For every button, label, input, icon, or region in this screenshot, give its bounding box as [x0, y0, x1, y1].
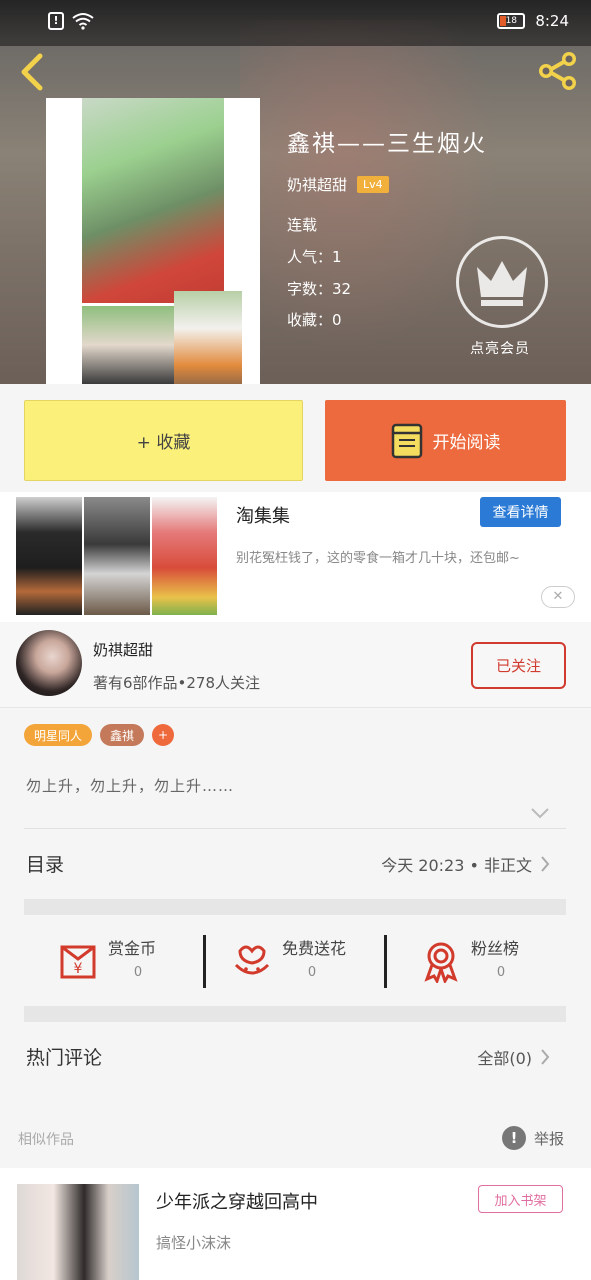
- book-author[interactable]: 奶祺超甜: [287, 174, 347, 195]
- reward-label: 粉丝榜: [471, 939, 520, 958]
- send-flower-button[interactable]: 免费送花 0: [230, 933, 380, 988]
- alert-icon: !: [48, 12, 64, 30]
- cover-photo: [82, 98, 224, 303]
- author-stats: 著有6部作品•278人关注: [93, 674, 261, 692]
- follow-button[interactable]: 已关注: [471, 642, 566, 689]
- crown-icon: [477, 261, 527, 306]
- similar-book-author: 搞怪小沫沫: [156, 1234, 232, 1252]
- book-cover[interactable]: [46, 98, 260, 384]
- status-bar: ! 18 8:24: [0, 0, 591, 46]
- start-reading-label: 开始阅读: [432, 433, 501, 453]
- similar-book-cover: [17, 1184, 139, 1280]
- word-count: 字数：32: [287, 280, 352, 298]
- avatar[interactable]: [16, 630, 82, 696]
- latest-chapter: 今天 20:23 • 非正文: [381, 855, 532, 875]
- coin-gift-icon: ¥: [60, 945, 96, 979]
- similar-works-heading: 相似作品: [18, 1132, 74, 1148]
- start-reading-button[interactable]: 开始阅读: [325, 400, 566, 481]
- ad-image: [84, 497, 150, 615]
- wifi-icon: [72, 13, 94, 30]
- reward-label: 赏金币: [108, 939, 157, 958]
- reward-coins-button[interactable]: ¥ 赏金币 0: [56, 933, 196, 988]
- medal-icon: [424, 942, 458, 983]
- book-header: ! 18 8:24 鑫祺——三生烟火 奶祺超甜 Lv4 连载 人气：1 字数：3…: [0, 0, 591, 384]
- divider: [24, 828, 566, 829]
- chevron-right-icon: [541, 1048, 550, 1065]
- hot-comments-row[interactable]: 热门评论 全部(0): [26, 1043, 550, 1070]
- favorite-count: 收藏：0: [287, 311, 342, 329]
- ad-detail-button[interactable]: 查看详情: [480, 497, 561, 527]
- section-separator: [24, 899, 566, 915]
- vip-button[interactable]: [456, 236, 548, 328]
- tag-list: 明星同人 鑫祺 +: [24, 724, 175, 746]
- battery-icon: 18: [497, 13, 526, 29]
- clock: 8:24: [535, 12, 569, 30]
- section-separator: [24, 1006, 566, 1022]
- ad-description: 别花冤枉钱了，这的零食一箱才几十块，还包邮~: [236, 551, 520, 566]
- popularity: 人气：1: [287, 248, 342, 266]
- svg-text:¥: ¥: [74, 961, 83, 977]
- serial-status: 连载: [287, 216, 318, 234]
- author-name[interactable]: 奶祺超甜: [93, 639, 153, 660]
- vip-label[interactable]: 点亮会员: [470, 338, 530, 358]
- reward-value: 0: [307, 965, 317, 980]
- flower-icon: [234, 945, 270, 975]
- similar-book-item[interactable]: 少年派之穿越回高中 搞怪小沫沫 加入书架: [0, 1168, 591, 1280]
- all-comments-link: 全部(0): [477, 1048, 532, 1068]
- warning-icon: !: [502, 1126, 526, 1150]
- reward-value: 0: [496, 965, 506, 980]
- cover-photo: [174, 291, 242, 384]
- similar-book-title: 少年派之穿越回高中: [156, 1192, 318, 1213]
- divider: [384, 935, 387, 988]
- add-to-shelf-button[interactable]: 加入书架: [478, 1185, 563, 1213]
- catalog-label: 目录: [26, 854, 65, 876]
- add-tag-button[interactable]: +: [152, 724, 175, 746]
- catalog-row[interactable]: 目录 今天 20:23 • 非正文: [26, 850, 550, 877]
- battery-level: 18: [505, 16, 518, 26]
- report-label: 举报: [534, 1129, 565, 1148]
- reward-label: 免费送花: [282, 939, 347, 958]
- level-badge: Lv4: [357, 176, 389, 193]
- chevron-right-icon: [541, 855, 550, 872]
- share-icon[interactable]: [535, 48, 581, 94]
- ad-title: 淘集集: [236, 506, 290, 527]
- reward-value: 0: [133, 965, 143, 980]
- divider: [203, 935, 206, 988]
- tag-item[interactable]: 鑫祺: [100, 724, 145, 746]
- book-intro: 勿上升，勿上升，勿上升……: [26, 777, 235, 795]
- author-line: 奶祺超甜 Lv4: [287, 174, 389, 195]
- book-icon: [391, 423, 422, 458]
- ad-banner[interactable]: 淘集集 查看详情 别花冤枉钱了，这的零食一箱才几十块，还包邮~ ✕: [0, 492, 591, 622]
- author-card: 奶祺超甜 著有6部作品•278人关注 已关注: [0, 622, 591, 708]
- tag-item[interactable]: 明星同人: [24, 724, 93, 746]
- add-favorite-button[interactable]: + 收藏: [24, 400, 303, 481]
- ad-image: [152, 497, 217, 615]
- chevron-down-icon[interactable]: [530, 807, 550, 819]
- fan-ranking-button[interactable]: 粉丝榜 0: [419, 933, 559, 988]
- ad-image: [16, 497, 82, 615]
- cover-photo: [82, 306, 174, 384]
- book-title: 鑫祺——三生烟火: [287, 131, 487, 157]
- ad-close-icon[interactable]: ✕: [541, 586, 575, 608]
- back-icon[interactable]: [16, 52, 48, 92]
- hot-comments-label: 热门评论: [26, 1047, 103, 1069]
- report-button[interactable]: ! 举报: [502, 1126, 564, 1150]
